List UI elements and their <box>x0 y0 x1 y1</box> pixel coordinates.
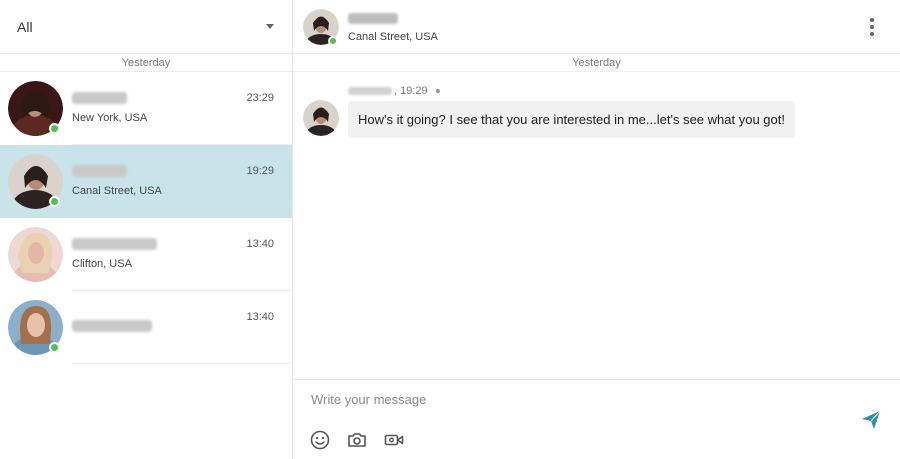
online-status-dot <box>49 342 60 353</box>
online-status-dot <box>328 36 338 46</box>
message-meta: , 19:29 <box>348 85 440 97</box>
conversation-item[interactable]: New York, USA 23:29 <box>0 72 292 145</box>
video-camera-icon[interactable] <box>383 429 405 451</box>
contact-location: Canal Street, USA <box>72 185 162 197</box>
conversation-item-active[interactable]: Canal Street, USA 19:29 <box>0 145 292 218</box>
online-status-dot <box>49 123 60 134</box>
contact-name-redacted <box>72 238 157 250</box>
chevron-down-icon <box>266 24 274 29</box>
contact-name-redacted <box>348 13 398 24</box>
more-vertical-icon[interactable] <box>868 18 876 38</box>
conversation-item[interactable]: Clifton, USA 13:40 <box>0 218 292 291</box>
message-composer <box>293 379 900 459</box>
avatar <box>303 100 339 136</box>
contact-location: New York, USA <box>72 112 148 124</box>
contact-name-redacted <box>72 92 127 104</box>
contact-name-redacted <box>72 165 127 177</box>
filter-label: All <box>17 18 33 35</box>
send-icon[interactable] <box>860 409 882 431</box>
chat-panel: Canal Street, USA Yesterday , 19:29 How'… <box>293 0 900 459</box>
read-status-dot <box>435 89 440 93</box>
online-status-dot <box>49 196 60 207</box>
emoji-icon[interactable] <box>309 429 331 451</box>
avatar <box>8 227 63 282</box>
last-message-time: 19:29 <box>246 165 274 177</box>
conversation-item[interactable]: 13:40 <box>0 291 292 364</box>
contact-name-redacted <box>72 320 152 332</box>
conversation-filter-dropdown[interactable]: All <box>0 0 292 54</box>
day-separator: Yesterday <box>293 54 900 72</box>
last-message-time: 13:40 <box>246 238 274 250</box>
conversation-list-panel: All Yesterday New York, USA 23:29 Canal … <box>0 0 293 459</box>
last-message-time: 23:29 <box>246 92 274 104</box>
message-list: , 19:29 How's it going? I see that you a… <box>293 72 900 379</box>
contact-location: Canal Street, USA <box>348 31 438 43</box>
message-time: , 19:29 <box>394 85 428 97</box>
camera-icon[interactable] <box>346 429 368 451</box>
last-message-time: 13:40 <box>246 311 274 323</box>
contact-location: Clifton, USA <box>72 258 132 270</box>
sender-name-redacted <box>348 87 392 95</box>
message-input[interactable] <box>311 392 831 407</box>
message-bubble: How's it going? I see that you are inter… <box>348 101 795 138</box>
day-separator: Yesterday <box>0 54 292 72</box>
chat-header: Canal Street, USA <box>293 0 900 54</box>
